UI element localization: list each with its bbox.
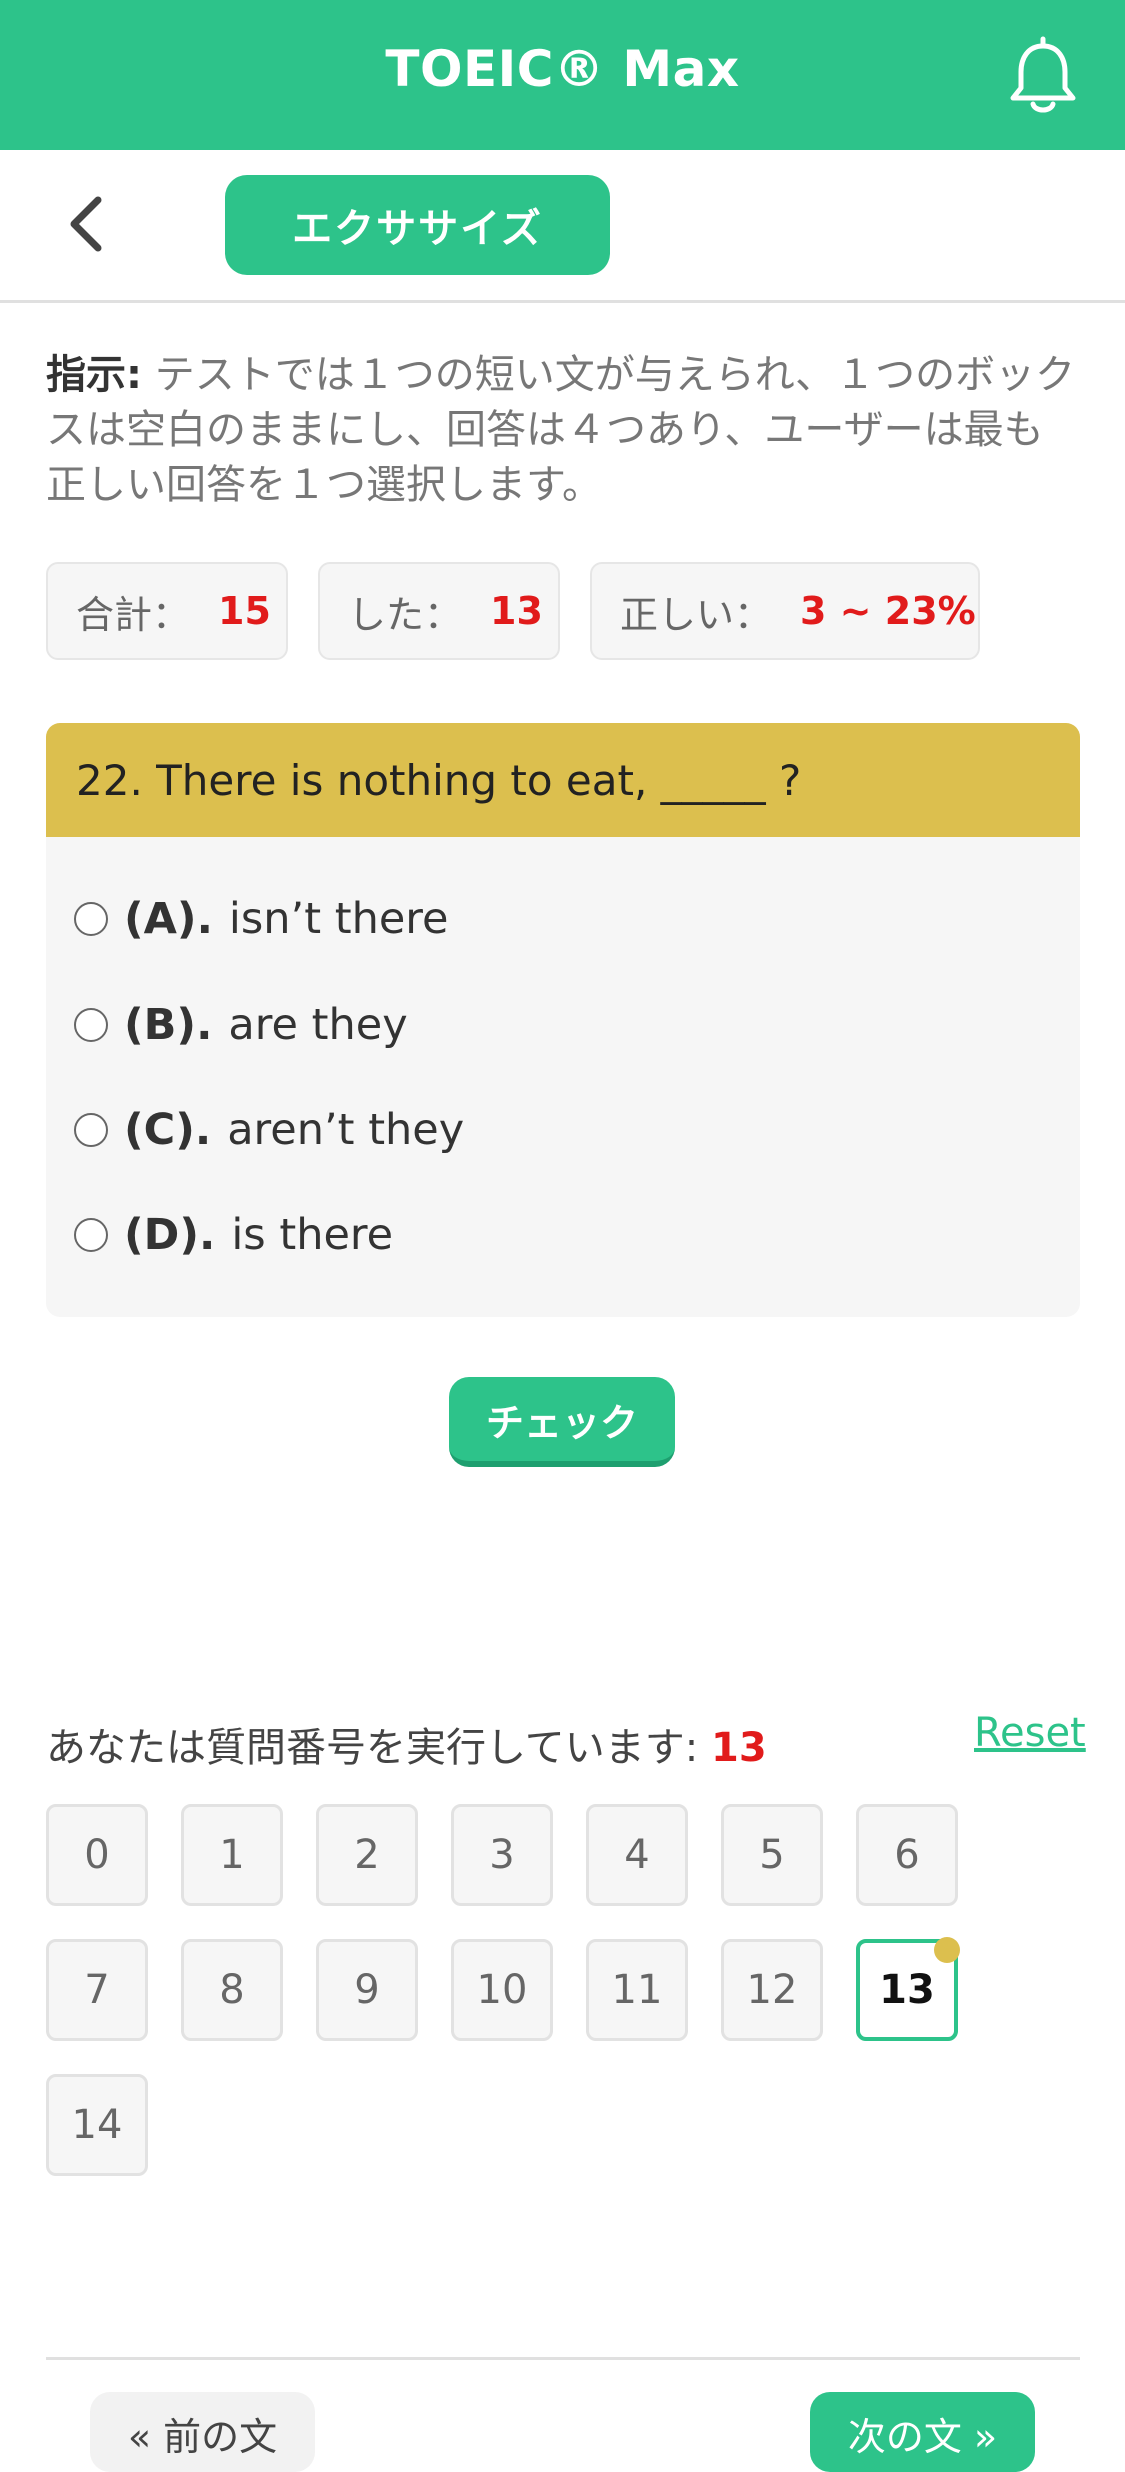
footer-divider — [46, 2357, 1080, 2360]
current-question-button[interactable]: 13 — [856, 1937, 960, 2041]
running-value: 13 — [711, 1725, 767, 1771]
running-label: あなたは質問番号を実行しています: — [46, 1725, 699, 1771]
question-number-button[interactable]: 1 — [181, 1804, 283, 1906]
stat-total: 合計： 15 — [46, 562, 288, 660]
app-title: TOEIC® Max — [385, 40, 740, 98]
instructions-text: テストでは１つの短い文が与えられ、１つのボックスは空白のままにし、回答は４つあり… — [46, 352, 1076, 508]
question-number-button[interactable]: 6 — [856, 1804, 958, 1906]
question-number-button[interactable]: 3 — [451, 1804, 553, 1906]
stat-done-value: 13 — [490, 589, 543, 633]
reset-link[interactable]: Reset — [974, 1710, 1086, 1756]
stat-done-label: した： — [348, 592, 463, 637]
chevron-left-icon[interactable] — [62, 194, 112, 254]
running-question-text: あなたは質問番号を実行しています: 13 — [46, 1715, 767, 1773]
check-button[interactable]: チェック — [449, 1377, 675, 1467]
question-number-button[interactable]: 8 — [181, 1939, 283, 2041]
option-b[interactable]: (B). are they — [74, 990, 408, 1060]
question-number-button[interactable]: 0 — [46, 1804, 148, 1906]
stat-total-label: 合計： — [76, 592, 191, 637]
stat-done: した： 13 — [318, 562, 560, 660]
question-header: 22. There is nothing to eat, _____ ? — [46, 723, 1080, 837]
stat-correct-label: 正しい： — [620, 592, 773, 637]
stat-total-value: 15 — [218, 589, 271, 633]
app-header: TOEIC® Max — [0, 0, 1125, 150]
radio-button[interactable] — [74, 1113, 108, 1147]
option-letter: (C). — [124, 1105, 212, 1155]
stat-correct: 正しい： 3 ~ 23% — [590, 562, 980, 660]
stat-correct-value: 3 ~ 23% — [800, 589, 976, 633]
question-number-button[interactable]: 11 — [586, 1939, 688, 2041]
instructions-label: 指示: — [46, 352, 142, 398]
question-number-button[interactable]: 5 — [721, 1804, 823, 1906]
radio-button[interactable] — [74, 1218, 108, 1252]
option-letter: (D). — [124, 1210, 216, 1260]
question-number-button[interactable]: 2 — [316, 1804, 418, 1906]
instructions: 指示: テストでは１つの短い文が与えられ、１つのボックスは空白のままにし、回答は… — [46, 348, 1076, 513]
question-number-button[interactable]: 14 — [46, 2074, 148, 2176]
question-number-button[interactable]: 4 — [586, 1804, 688, 1906]
option-text: is there — [231, 1210, 394, 1260]
option-text: aren’t they — [227, 1105, 465, 1155]
bell-icon[interactable] — [1008, 36, 1078, 116]
exercise-tab-button[interactable]: エクササイズ — [225, 175, 610, 275]
option-a[interactable]: (A). isn’t there — [74, 884, 448, 954]
question-number-button[interactable]: 12 — [721, 1939, 823, 2041]
question-options: (A). isn’t there (B). are they (C). aren… — [46, 837, 1080, 1317]
option-text: isn’t there — [228, 894, 449, 944]
option-d[interactable]: (D). is there — [74, 1200, 393, 1270]
option-letter: (A). — [124, 894, 213, 944]
question-number-button[interactable]: 9 — [316, 1939, 418, 2041]
nav-bar: エクササイズ — [0, 150, 1125, 303]
current-question-number: 13 — [879, 1967, 935, 2013]
prev-sentence-button[interactable]: « 前の文 — [90, 2392, 315, 2472]
option-c[interactable]: (C). aren’t they — [74, 1095, 464, 1165]
option-letter: (B). — [124, 1000, 213, 1050]
radio-button[interactable] — [74, 902, 108, 936]
question-number-button[interactable]: 10 — [451, 1939, 553, 2041]
option-text: are they — [228, 1000, 408, 1050]
current-indicator-dot — [934, 1937, 960, 1963]
radio-button[interactable] — [74, 1008, 108, 1042]
next-sentence-button[interactable]: 次の文 » — [810, 2392, 1035, 2472]
question-number-button[interactable]: 7 — [46, 1939, 148, 2041]
